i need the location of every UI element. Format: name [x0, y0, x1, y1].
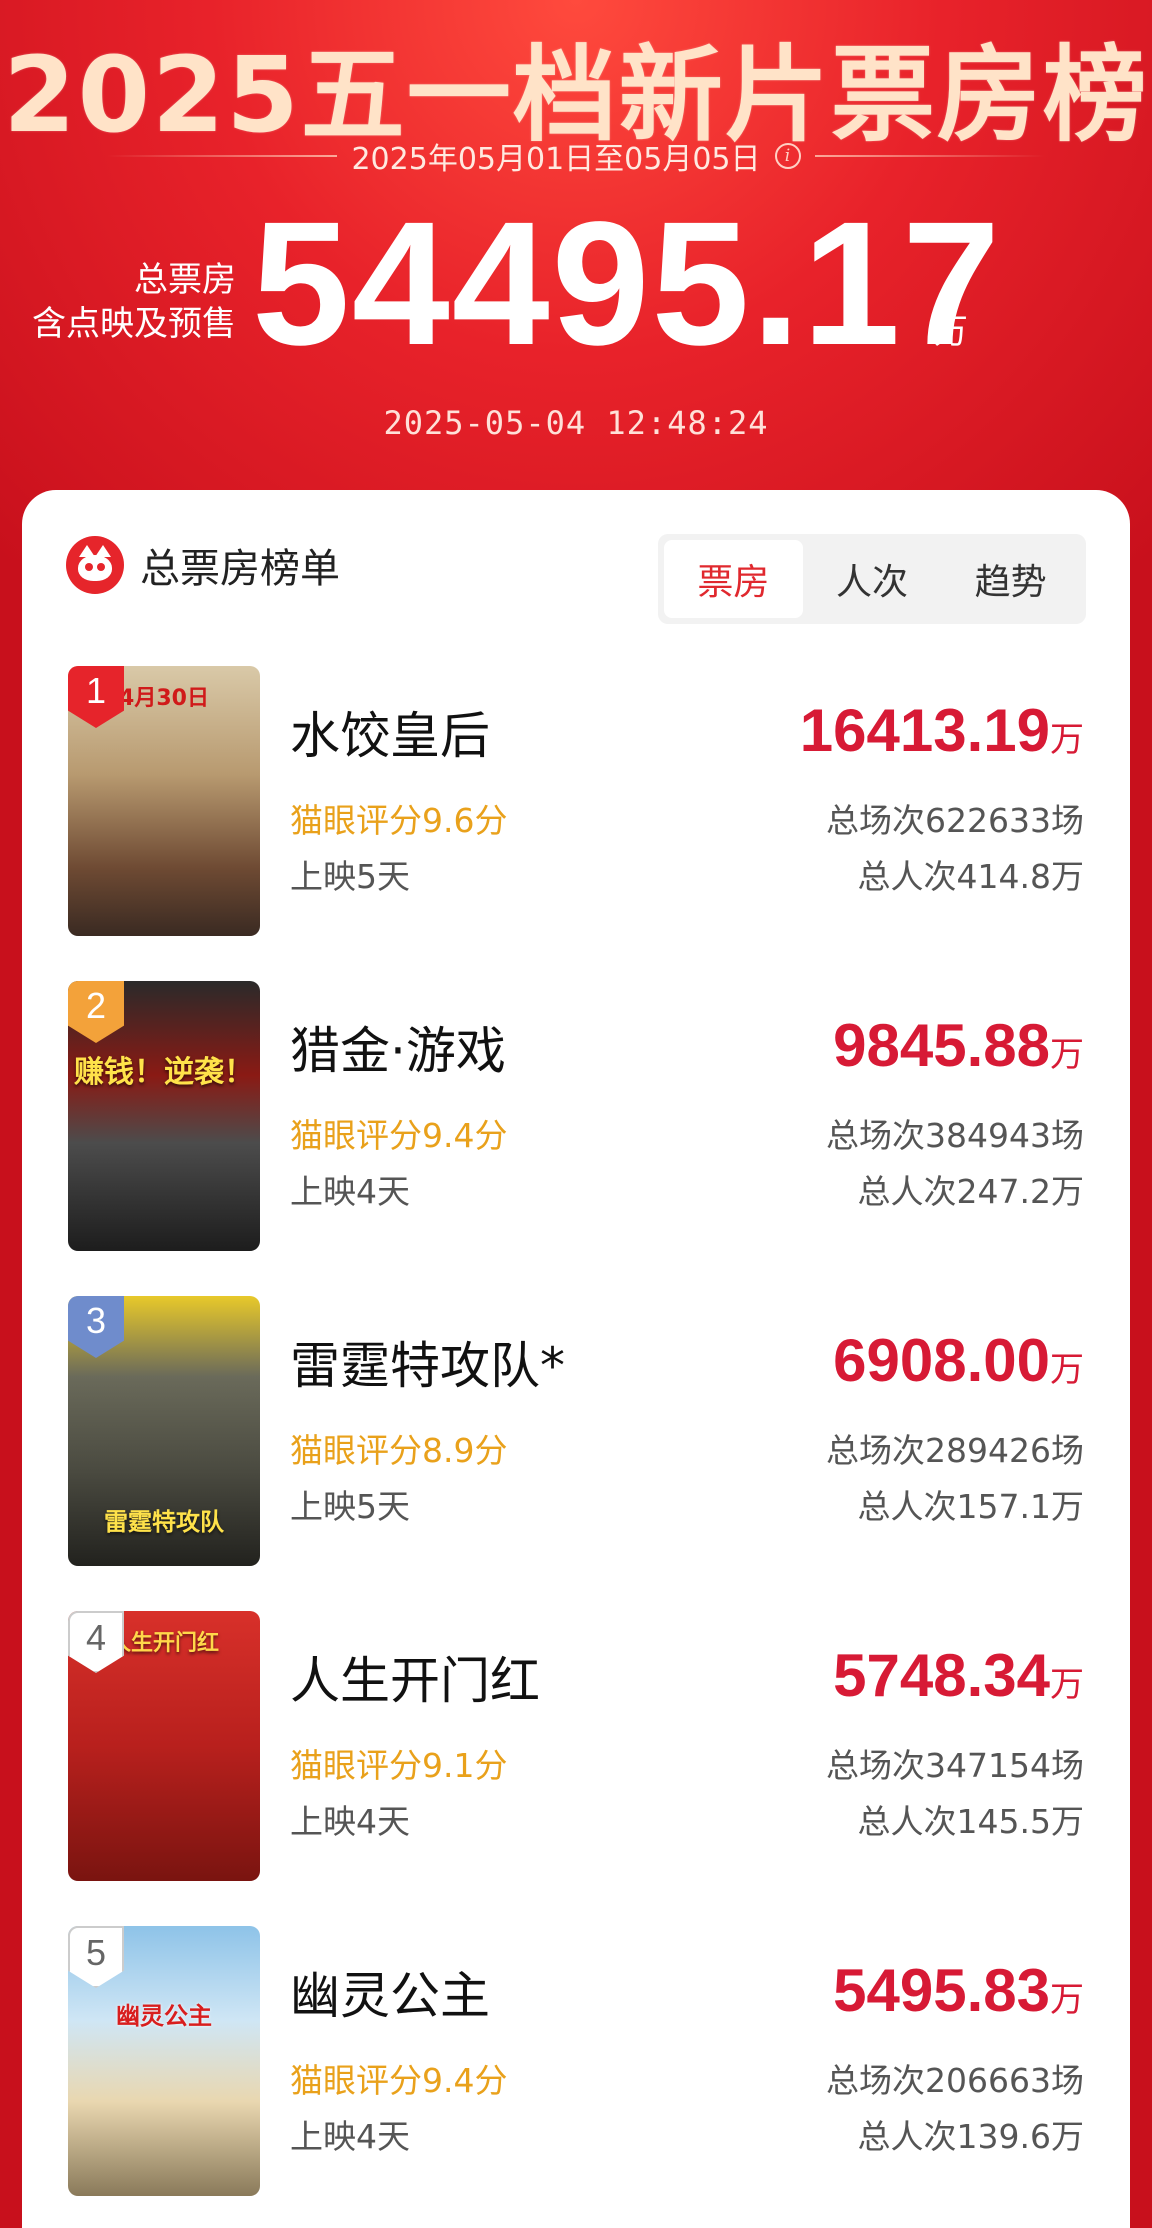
- total-shows: 总场次347154场: [826, 1746, 1084, 1785]
- movie-rating: 猫眼评分9.6分: [290, 801, 508, 840]
- movie-rating: 猫眼评分9.1分: [290, 1746, 508, 1785]
- header-banner: 2025五一档新片票房榜 2025年05月01日至05月05日 i 总票房 含点…: [0, 0, 1152, 560]
- movie-title: 猎金·游戏: [290, 1022, 506, 1080]
- days-released: 上映4天: [290, 1172, 410, 1211]
- movie-row[interactable]: 赚钱！逆袭！ 2 猎金·游戏 猫眼评分9.4分 上映4天 9845.88万 总场…: [22, 981, 1130, 1296]
- movie-gross: 9845.88万: [833, 1012, 1084, 1079]
- total-viewers: 总人次414.8万: [857, 857, 1084, 896]
- days-released: 上映4天: [290, 2117, 410, 2156]
- total-shows: 总场次384943场: [826, 1116, 1084, 1155]
- total-shows: 总场次289426场: [826, 1431, 1084, 1470]
- movie-list: 4月30日 1 水饺皇后 猫眼评分9.6分 上映5天 16413.19万 总场次…: [22, 666, 1130, 2228]
- tab-bar: 票房 人次 趋势: [658, 534, 1086, 624]
- total-unit: 万: [934, 312, 968, 352]
- movie-gross: 6908.00万: [833, 1327, 1084, 1394]
- movie-gross: 5748.34万: [833, 1642, 1084, 1709]
- info-icon[interactable]: i: [774, 143, 801, 169]
- total-viewers: 总人次139.6万: [857, 2117, 1084, 2156]
- movie-title: 水饺皇后: [290, 707, 490, 765]
- movie-title: 雷霆特攻队*: [290, 1337, 565, 1395]
- tab-admissions[interactable]: 人次: [803, 540, 942, 618]
- divider-left: [107, 155, 338, 157]
- total-label: 总票房 含点映及预售: [14, 258, 236, 346]
- days-released: 上映4天: [290, 1802, 410, 1841]
- movie-row[interactable]: 幽灵公主 5 幽灵公主 猫眼评分9.4分 上映4天 5495.83万 总场次20…: [22, 1926, 1130, 2228]
- movie-gross: 5495.83万: [833, 1957, 1084, 2024]
- movie-rating: 猫眼评分9.4分: [290, 1116, 508, 1155]
- total-label-line1: 总票房: [134, 260, 236, 300]
- card-title: 总票房榜单: [140, 546, 340, 592]
- movie-title: 人生开门红: [290, 1652, 540, 1710]
- update-timestamp: 2025-05-04 12:48:24: [383, 404, 769, 442]
- ranking-card: 总票房榜单 票房 人次 趋势 4月30日 1 水饺皇后 猫眼评分9.6分 上映5…: [22, 490, 1130, 2228]
- movie-rating: 猫眼评分9.4分: [290, 2061, 508, 2100]
- movie-row[interactable]: 4月30日 1 水饺皇后 猫眼评分9.6分 上映5天 16413.19万 总场次…: [22, 666, 1130, 981]
- card-header: 总票房榜单: [66, 536, 340, 594]
- divider-right: [814, 155, 1045, 157]
- movie-row[interactable]: 人生开门红 4 人生开门红 猫眼评分9.1分 上映4天 5748.34万 总场次…: [22, 1611, 1130, 1926]
- total-viewers: 总人次157.1万: [857, 1487, 1084, 1526]
- tab-box-office[interactable]: 票房: [664, 540, 803, 618]
- maoyan-cat-logo-icon: [66, 536, 124, 594]
- movie-title: 幽灵公主: [290, 1967, 490, 2025]
- date-range-row: 2025年05月01日至05月05日 i: [0, 136, 1152, 177]
- movie-row[interactable]: 雷霆特攻队 3 雷霆特攻队* 猫眼评分8.9分 上映5天 6908.00万 总场…: [22, 1296, 1130, 1611]
- total-box-office-value: 54495.17: [252, 186, 1003, 382]
- movie-gross: 16413.19万: [799, 697, 1084, 764]
- date-range: 2025年05月01日至05月05日: [351, 142, 761, 177]
- total-viewers: 总人次247.2万: [857, 1172, 1084, 1211]
- movie-rating: 猫眼评分8.9分: [290, 1431, 508, 1470]
- total-label-line2: 含点映及预售: [32, 304, 236, 344]
- total-shows: 总场次206663场: [826, 2061, 1084, 2100]
- total-shows: 总场次622633场: [826, 801, 1084, 840]
- total-viewers: 总人次145.5万: [857, 1802, 1084, 1841]
- tab-trend[interactable]: 趋势: [941, 540, 1080, 618]
- days-released: 上映5天: [290, 857, 410, 896]
- days-released: 上映5天: [290, 1487, 410, 1526]
